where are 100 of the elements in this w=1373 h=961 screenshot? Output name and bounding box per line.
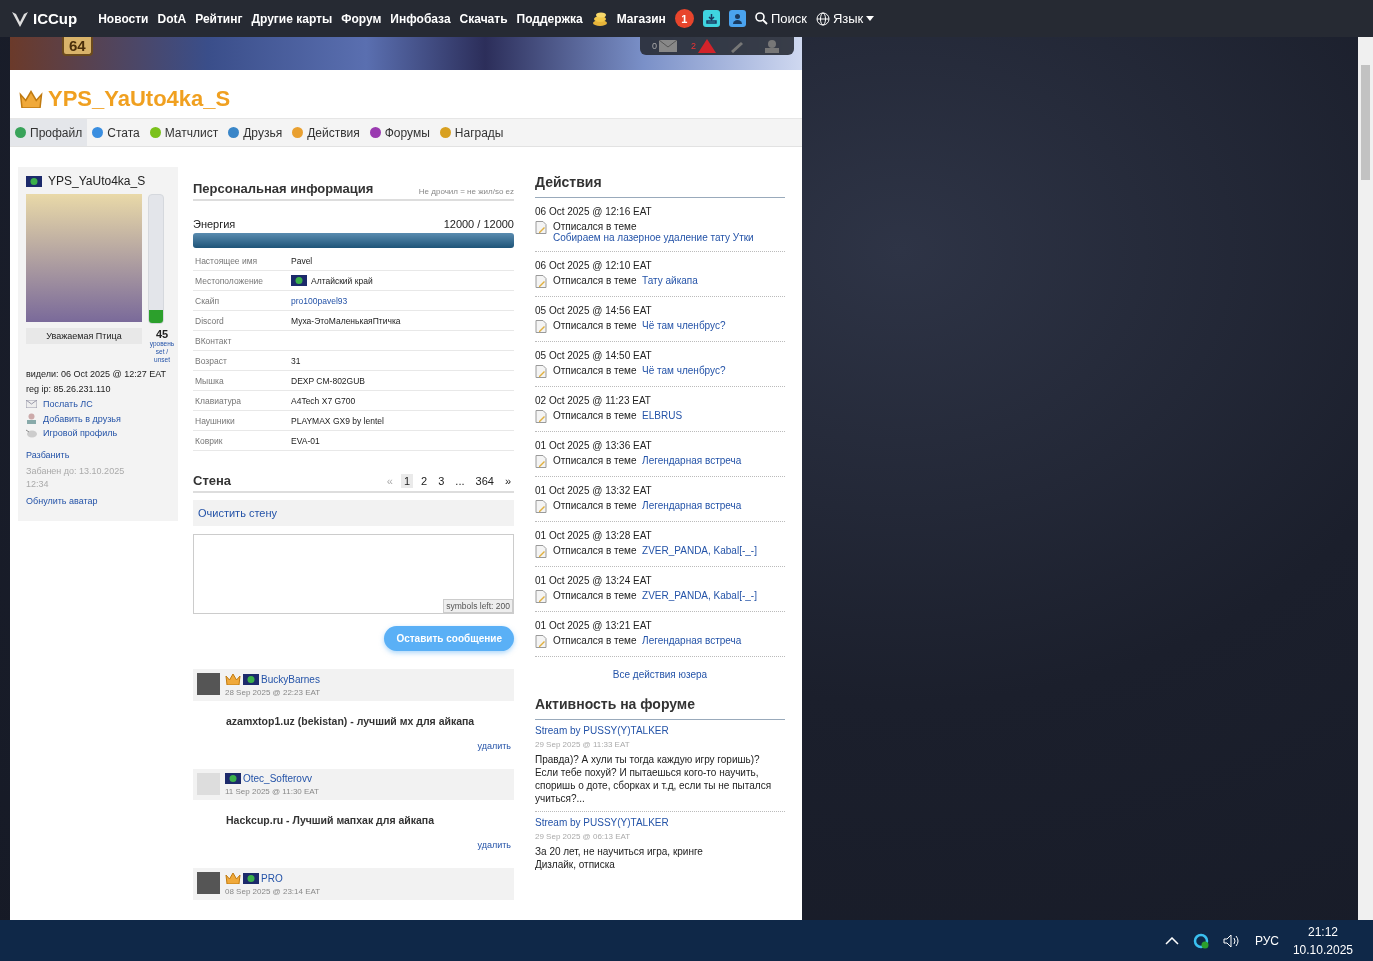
action-text: Отписался в теме	[553, 455, 637, 466]
nav-link[interactable]: Скачать	[459, 11, 508, 26]
envelope-icon	[26, 400, 37, 408]
post-date: 08 Sep 2025 @ 23:14 EAT	[225, 887, 321, 896]
action-date: 06 Oct 2025 @ 12:16 EAT	[535, 206, 653, 217]
tab-icon	[15, 127, 26, 138]
topic-link[interactable]: ELBRUS	[642, 410, 683, 421]
crown-icon	[225, 673, 241, 685]
topic-link[interactable]: ZVER_PANDA, Kabal[-_-]	[642, 590, 757, 601]
reset-avatar-link[interactable]: Обнулить аватар	[26, 496, 98, 506]
chevron-up-icon[interactable]	[1164, 936, 1179, 945]
profile-action-link[interactable]: Послать ЛС	[43, 399, 93, 409]
profile-tab[interactable]: Действия	[287, 119, 365, 146]
action-date: 01 Oct 2025 @ 13:28 EAT	[535, 530, 653, 541]
nav-link[interactable]: Поддержка	[516, 11, 583, 26]
topic-link[interactable]: Чё там членбрус?	[642, 365, 726, 376]
clear-wall-link[interactable]: Очистить стену	[198, 507, 278, 519]
topic-link[interactable]: Легендарная встреча	[642, 455, 742, 466]
author-link[interactable]: Otec_Softerovv	[243, 773, 312, 784]
nav-link[interactable]: Другие карты	[251, 11, 333, 26]
action-date: 01 Oct 2025 @ 13:21 EAT	[535, 620, 653, 631]
user-icon[interactable]	[762, 39, 782, 53]
status-text: Не дрочил = не жил/so ez	[418, 187, 514, 196]
delete-link[interactable]: удалить	[477, 840, 511, 850]
page-link[interactable]: 1	[400, 474, 414, 488]
post-excerpt: За 20 лет, не научиться игра, кринге	[535, 845, 704, 858]
nav-link[interactable]: Рейтинг	[195, 11, 243, 26]
delete-link[interactable]: удалить	[477, 741, 511, 751]
post-date: 11 Sep 2025 @ 11:30 EAT	[225, 787, 319, 796]
search-link[interactable]: Поиск	[754, 11, 807, 26]
topic-link[interactable]: Stream by PUSSY(Y)TALKER	[535, 817, 669, 828]
action-text: Отписался в теме	[553, 590, 637, 601]
player-name: YPS_YaUto4ka_S	[48, 174, 146, 188]
page-link[interactable]: 2	[418, 474, 431, 488]
globe-icon	[815, 11, 830, 26]
nav-link[interactable]: Новости	[98, 11, 149, 26]
topic-link[interactable]: ZVER_PANDA, Kabal[-_-]	[642, 545, 757, 556]
profile-tab[interactable]: Форумы	[364, 119, 435, 146]
clock[interactable]: 21:12 10.10.2025	[1292, 922, 1353, 959]
warning-icon[interactable]	[698, 39, 716, 53]
topic-link[interactable]: Чё там членбрус?	[642, 320, 726, 331]
post-text: Hackcup.ru - Лучший мапхак для айкапа	[225, 813, 435, 826]
profile-tab[interactable]: Награды	[434, 119, 509, 146]
profile-tab[interactable]: Друзья	[223, 119, 288, 146]
action-date: 05 Oct 2025 @ 14:50 EAT	[535, 350, 653, 361]
nav-link[interactable]: Форум	[341, 11, 382, 26]
document-icon	[535, 320, 547, 333]
field-label: Мышка	[194, 375, 225, 386]
author-link[interactable]: PRO	[261, 872, 283, 884]
field-label: Discord	[194, 315, 225, 326]
field-label: Местоположение	[194, 275, 265, 286]
language-menu[interactable]: Язык	[815, 11, 875, 26]
profile-action-link[interactable]: Игровой профиль	[43, 428, 118, 438]
rank-label: Уважаемая Птица	[26, 328, 142, 344]
all-actions-link[interactable]: Все действия юзера	[612, 669, 708, 680]
mail-count: 0	[651, 41, 657, 51]
action-date: 05 Oct 2025 @ 14:56 EAT	[535, 305, 653, 316]
field-label: ВКонтакт	[194, 335, 233, 346]
field-link[interactable]: pro100pavel93	[291, 295, 348, 306]
page-link[interactable]: ...	[452, 474, 468, 488]
topic-link[interactable]: Легендарная встреча	[642, 635, 742, 646]
section-heading: Действия	[535, 174, 785, 198]
unban-link[interactable]: Разбанить	[26, 450, 70, 460]
envelope-icon[interactable]	[659, 40, 677, 52]
section-heading: Персональная информация	[193, 181, 374, 196]
topic-link[interactable]: Легендарная встреча	[642, 500, 742, 511]
field-value: Pavel	[291, 255, 313, 266]
topic-link[interactable]: Тату айкапа	[642, 275, 698, 286]
symbols-counter: symbols left: 200	[443, 599, 513, 613]
nav-link[interactable]: Магазин	[616, 11, 666, 26]
profile-action-link[interactable]: Добавить в друзья	[43, 413, 121, 424]
field-label: Возраст	[194, 355, 228, 366]
topic-link[interactable]: Собираем на лазерное удаление тату Утки	[553, 232, 754, 243]
profile-tab[interactable]: Стата	[87, 119, 145, 146]
profile-tab[interactable]: Матчлист	[144, 119, 224, 146]
scrollbar-thumb[interactable]	[1361, 65, 1370, 180]
speaker-icon[interactable]	[1222, 933, 1241, 948]
action-text: Отписался в теме	[553, 221, 637, 232]
flag-icon	[26, 175, 42, 187]
reg-ip-text: reg ip: 85.26.231.110	[26, 384, 112, 394]
sync-icon[interactable]	[1192, 932, 1209, 949]
profile-tab[interactable]: Профайл	[10, 119, 88, 146]
page-link[interactable]: 3	[435, 474, 448, 488]
input-language[interactable]: РУС	[1254, 933, 1279, 948]
post-date: 29 Sep 2025 @ 11:33 EAT	[535, 740, 631, 749]
user-icon[interactable]	[728, 10, 746, 27]
next-page-link[interactable]: »	[501, 474, 514, 488]
tab-icon	[439, 127, 451, 138]
document-icon	[535, 275, 547, 288]
field-value: Алтайский край	[311, 275, 373, 286]
flag-icon	[291, 275, 307, 286]
page-link[interactable]: 364	[472, 474, 497, 488]
notification-badge[interactable]: 1	[674, 9, 694, 28]
avatar-picture	[197, 673, 220, 695]
author-link[interactable]: BuckyBarnes	[261, 673, 320, 685]
site-logo[interactable]: ICCup	[10, 8, 78, 29]
document-icon	[535, 410, 547, 423]
nav-link[interactable]: DotA	[157, 11, 187, 26]
topic-link[interactable]: Stream by PUSSY(Y)TALKER	[535, 725, 669, 736]
nav-link[interactable]: Инфобаза	[390, 11, 451, 26]
